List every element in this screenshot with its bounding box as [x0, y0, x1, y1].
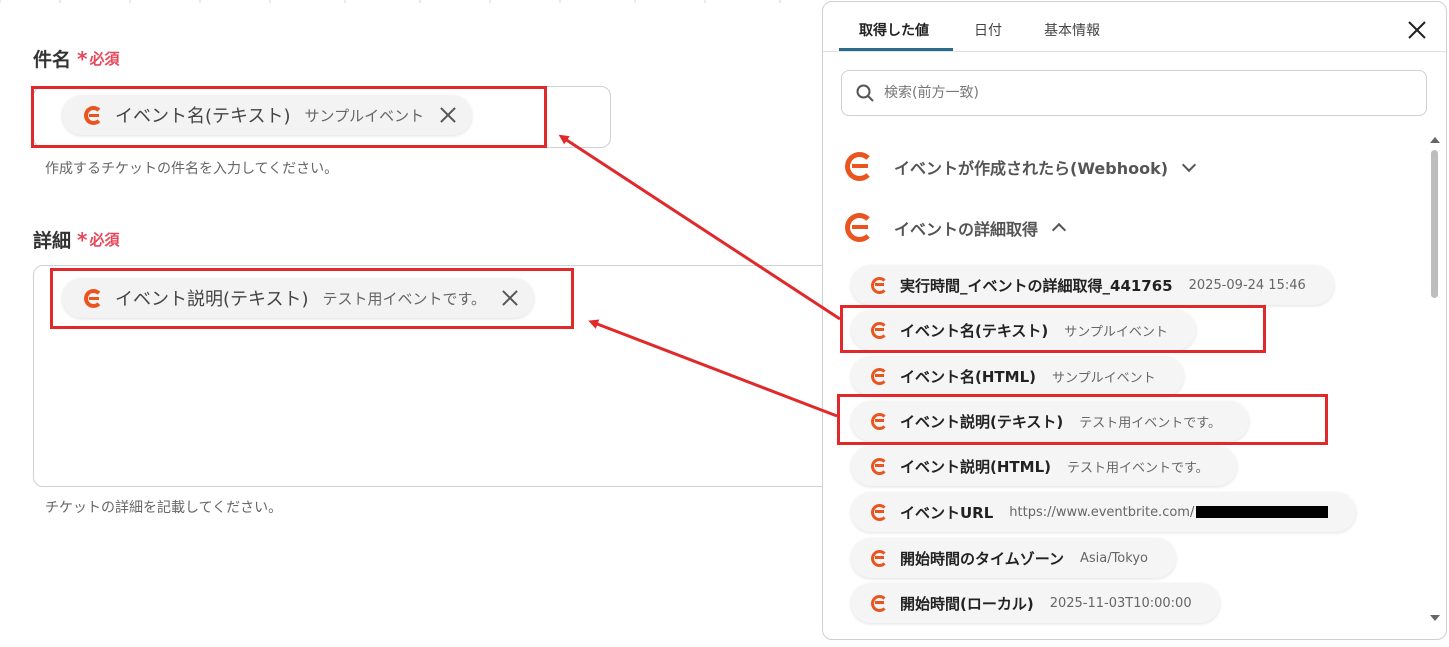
annotation-arrows — [558, 134, 841, 418]
arrow-to-details — [588, 319, 838, 418]
arrow-to-subject — [558, 134, 841, 321]
